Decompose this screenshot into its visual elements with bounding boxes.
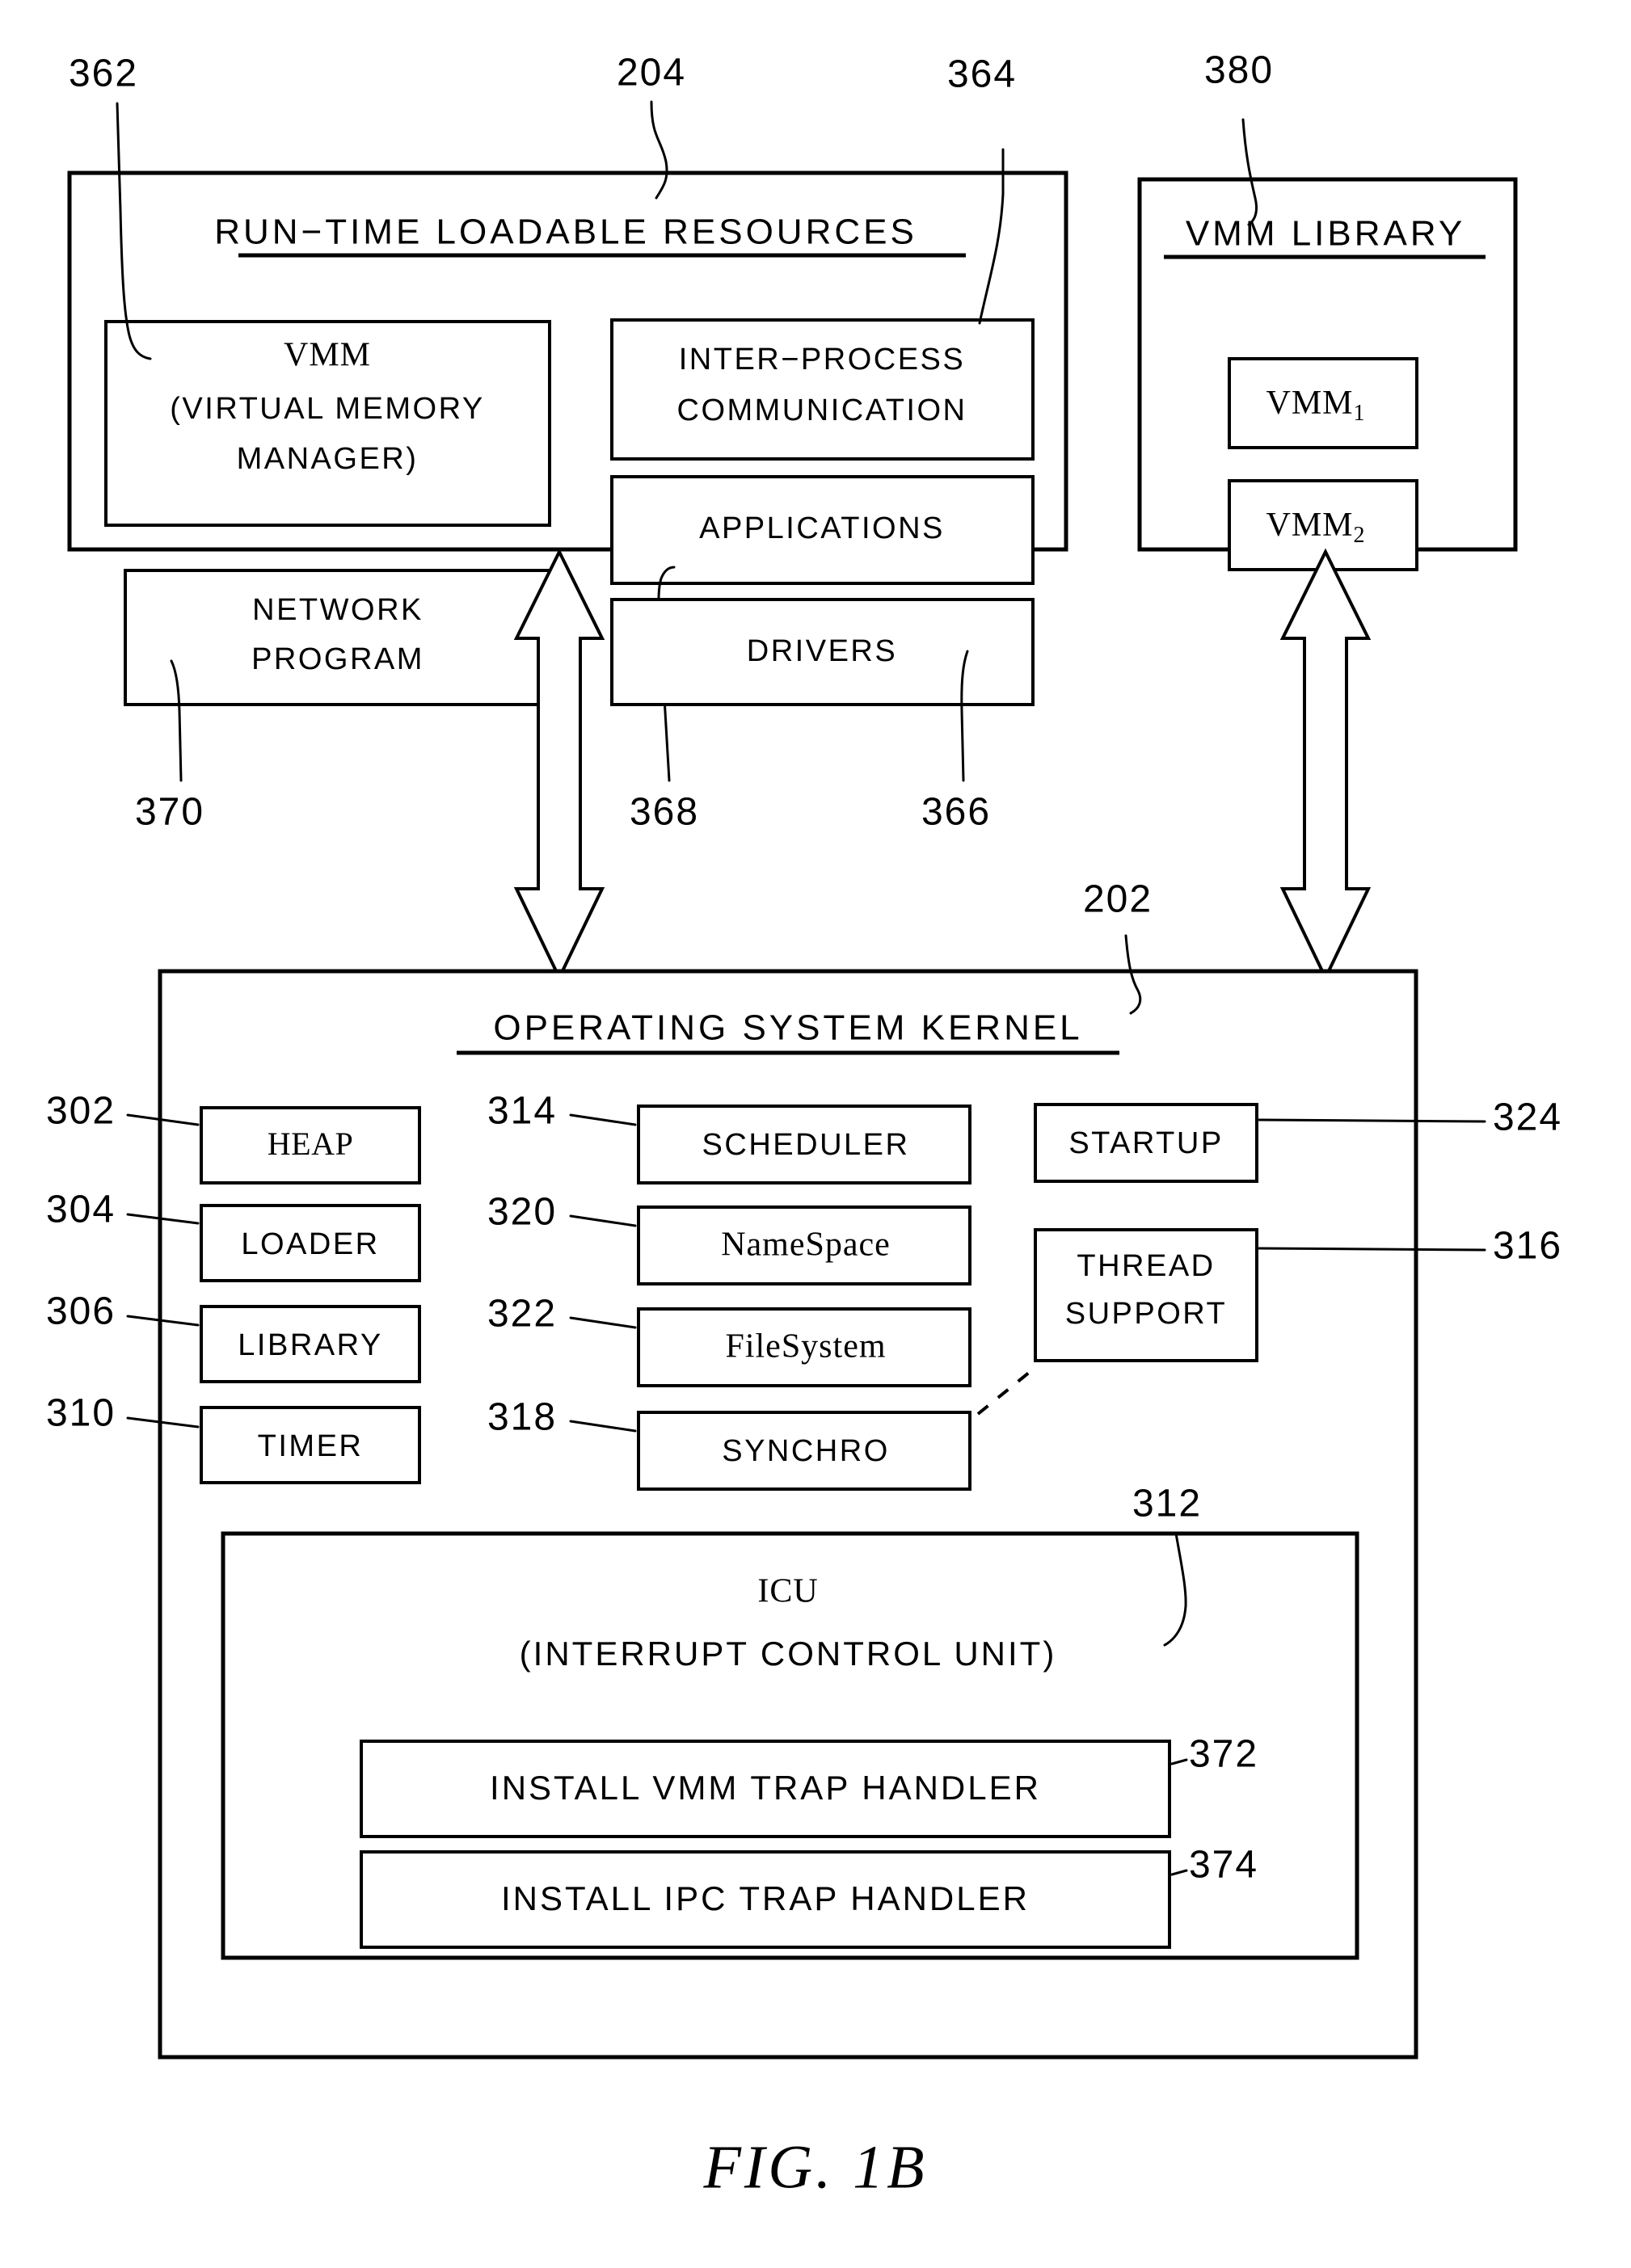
ipc-box-line-2: COMMUNICATION <box>677 393 967 427</box>
vmm-box-line-3: MANAGER) <box>237 442 419 476</box>
heap-label: HEAP <box>268 1126 353 1162</box>
box-library[interactable]: LIBRARY <box>200 1305 421 1383</box>
ref-204-number: 204 <box>617 52 686 95</box>
box-install-ipc-trap-handler[interactable]: INSTALL IPC TRAP HANDLER <box>360 1850 1171 1949</box>
ref-306-number: 306 <box>46 1290 116 1333</box>
ref-364-number: 364 <box>947 53 1017 96</box>
ref-318-number: 318 <box>487 1396 557 1439</box>
box-install-vmm-trap-handler[interactable]: INSTALL VMM TRAP HANDLER <box>360 1740 1171 1838</box>
box-vmm-1[interactable]: VMM1 <box>1228 357 1418 449</box>
ref-302-number: 302 <box>46 1090 116 1133</box>
vmm-box-line-2: (VIRTUAL MEMORY <box>170 392 484 426</box>
ref-362-number: 362 <box>69 53 138 95</box>
ref-316-number: 316 <box>1493 1225 1562 1268</box>
ref-304-number: 304 <box>46 1189 116 1231</box>
loader-label: LOADER <box>241 1227 379 1261</box>
ipc-box-border <box>610 318 1035 461</box>
vmmlib-panel-title: VMM LIBRARY <box>1186 214 1465 254</box>
vmm-box-line-1: VMM <box>284 337 371 374</box>
ref-320-number: 320 <box>487 1191 557 1234</box>
patent-figure: RUN−TIME LOADABLE RESOURCES 204 VMM (VIR… <box>0 0 1631 2268</box>
timer-label: TIMER <box>258 1429 364 1463</box>
filesystem-label: FileSystem <box>725 1328 886 1365</box>
ref-368-number: 368 <box>630 791 699 834</box>
box-timer[interactable]: TIMER <box>200 1406 421 1484</box>
icu-line-2: (INTERRUPT CONTROL UNIT) <box>520 1635 1057 1673</box>
ref-314-number: 314 <box>487 1090 557 1133</box>
figure-caption: FIG. 1B <box>702 2133 927 2201</box>
ref-374-number: 374 <box>1189 1844 1258 1887</box>
connector-runtime-kernel <box>513 548 605 982</box>
ref-366-number: 366 <box>921 791 991 834</box>
kernel-panel-title: OPERATING SYSTEM KERNEL <box>493 1008 1082 1048</box>
panel-operating-system-kernel: OPERATING SYSTEM KERNEL 202 HEAP 302 LOA… <box>46 878 1562 2060</box>
box-vmm-virtual-memory-manager[interactable]: VMM (VIRTUAL MEMORY MANAGER) <box>104 320 551 527</box>
ref-310-number: 310 <box>46 1392 116 1435</box>
drivers-box-label: DRIVERS <box>747 634 897 668</box>
box-heap[interactable]: HEAP <box>200 1106 421 1184</box>
network-program-box-border <box>124 569 551 706</box>
box-filesystem[interactable]: FileSystem <box>637 1307 971 1387</box>
ref-322-number: 322 <box>487 1293 557 1336</box>
box-network-program[interactable]: NETWORK PROGRAM <box>124 569 551 706</box>
box-drivers[interactable]: DRIVERS <box>610 598 1035 706</box>
box-synchro[interactable]: SYNCHRO <box>637 1411 971 1491</box>
ref-370-number: 370 <box>135 791 204 834</box>
namespace-label: NameSpace <box>721 1227 891 1264</box>
box-loader[interactable]: LOADER <box>200 1204 421 1282</box>
double-headed-arrow-icon-2 <box>1279 548 1372 982</box>
vmm2-label: VMM2 <box>1266 507 1365 549</box>
ipc-box-line-1: INTER−PROCESS <box>679 343 966 377</box>
icu-line-1: ICU <box>757 1573 818 1610</box>
scheduler-label: SCHEDULER <box>702 1128 910 1162</box>
ref-324-leader <box>1258 1118 1486 1123</box>
box-namespace[interactable]: NameSpace <box>637 1206 971 1285</box>
box-thread-support[interactable]: THREAD SUPPORT <box>1034 1228 1258 1362</box>
startup-label: STARTUP <box>1068 1126 1223 1160</box>
library-label: LIBRARY <box>238 1328 382 1362</box>
ref-380-number: 380 <box>1204 49 1274 92</box>
box-inter-process-communication[interactable]: INTER−PROCESS COMMUNICATION <box>610 318 1035 461</box>
vmm1-label: VMM1 <box>1266 385 1365 427</box>
box-startup[interactable]: STARTUP <box>1034 1103 1258 1183</box>
install-ipc-trap-handler-label: INSTALL IPC TRAP HANDLER <box>501 1879 1030 1917</box>
synchro-label: SYNCHRO <box>722 1434 890 1468</box>
applications-box-label: APPLICATIONS <box>699 511 945 545</box>
thread-support-line-2: SUPPORT <box>1065 1297 1228 1331</box>
connector-vmmlib-kernel <box>1279 548 1372 982</box>
ref-372-number: 372 <box>1189 1733 1258 1776</box>
ref-202-number: 202 <box>1083 878 1153 921</box>
ref-316-leader <box>1258 1247 1486 1252</box>
runtime-panel-title: RUN−TIME LOADABLE RESOURCES <box>214 212 917 252</box>
double-headed-arrow-icon <box>513 548 605 982</box>
ref-312-number: 312 <box>1132 1483 1202 1525</box>
install-vmm-trap-handler-label: INSTALL VMM TRAP HANDLER <box>490 1769 1041 1807</box>
ref-324-number: 324 <box>1493 1096 1562 1139</box>
box-scheduler[interactable]: SCHEDULER <box>637 1105 971 1184</box>
thread-support-line-1: THREAD <box>1077 1249 1215 1283</box>
network-program-line-2: PROGRAM <box>251 642 424 676</box>
network-program-line-1: NETWORK <box>252 593 424 627</box>
